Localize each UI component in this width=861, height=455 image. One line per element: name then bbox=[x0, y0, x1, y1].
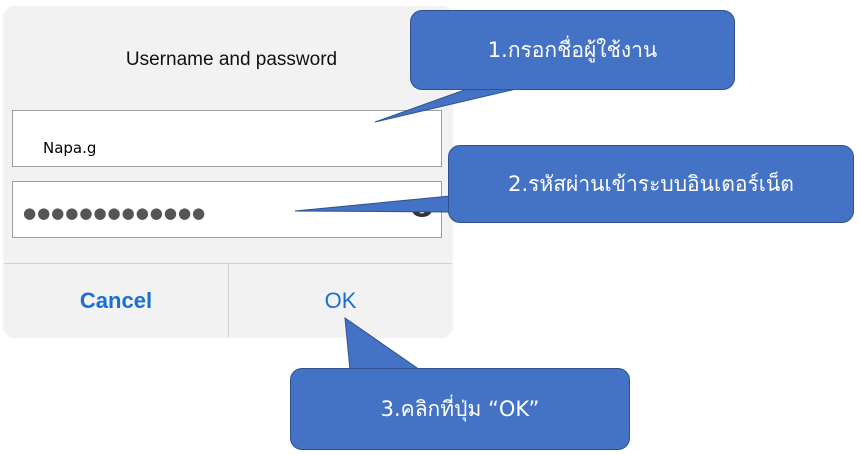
callout-step-3-text: 3.คลิกที่ปุ่ม “OK” bbox=[380, 396, 540, 421]
callout-step-3: 3.คลิกที่ปุ่ม “OK” bbox=[290, 368, 630, 450]
callout-step-1: 1.กรอกชื่อผู้ใช้งาน bbox=[410, 10, 735, 90]
eye-icon[interactable] bbox=[410, 196, 434, 220]
password-masked-value: ●●●●●●●●●●●●● bbox=[23, 204, 207, 222]
cancel-button[interactable]: Cancel bbox=[4, 264, 229, 337]
username-field[interactable]: Napa.g bbox=[12, 110, 442, 167]
callout-step-2: 2.รหัสผ่านเข้าระบบอินเตอร์เน็ต bbox=[448, 145, 854, 223]
password-field[interactable]: ●●●●●●●●●●●●● bbox=[12, 181, 442, 238]
login-dialog: Username and password Napa.g ●●●●●●●●●●●… bbox=[4, 7, 452, 337]
eye-icon-graphic bbox=[412, 203, 432, 217]
username-value: Napa.g bbox=[43, 139, 97, 157]
callout-step-1-text: 1.กรอกชื่อผู้ใช้งาน bbox=[487, 37, 658, 62]
dialog-title: Username and password bbox=[125, 49, 338, 70]
dialog-button-row: Cancel OK bbox=[4, 263, 452, 337]
callout-step-2-text: 2.รหัสผ่านเข้าระบบอินเตอร์เน็ต bbox=[508, 171, 794, 196]
ok-button[interactable]: OK bbox=[229, 264, 452, 337]
